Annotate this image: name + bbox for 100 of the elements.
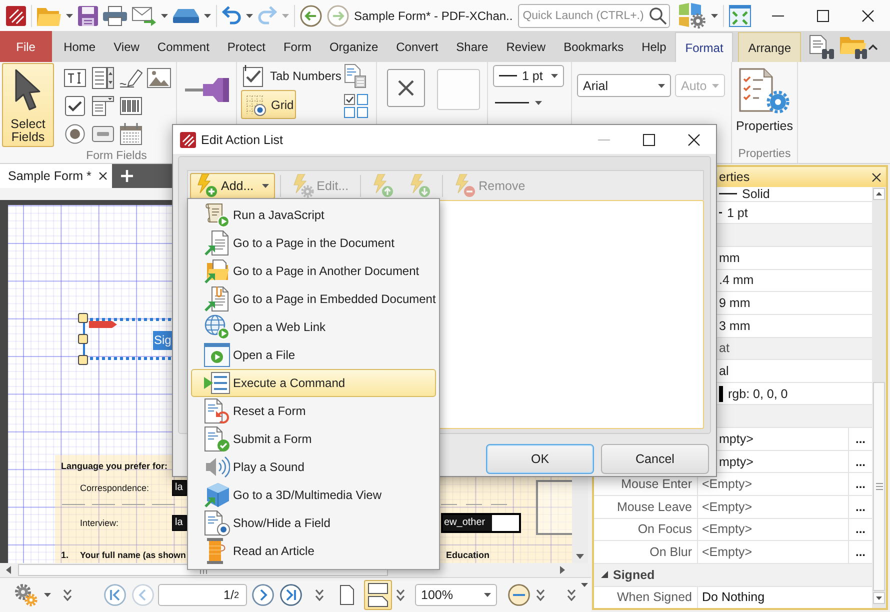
scrollbar-thumb[interactable] bbox=[873, 382, 885, 591]
ribbon-tab[interactable]: View bbox=[104, 31, 148, 62]
menu-item[interactable]: Execute a Command bbox=[191, 369, 436, 397]
search-icon[interactable] bbox=[648, 6, 667, 24]
close-icon[interactable] bbox=[872, 172, 881, 182]
image-icon[interactable] bbox=[147, 68, 171, 88]
document-binoculars-icon[interactable] bbox=[809, 34, 835, 58]
property-value[interactable]: rgb: 0, 0, 0 bbox=[728, 386, 788, 401]
menu-item[interactable]: Run a JavaScript bbox=[191, 201, 436, 229]
double-chevron-icon[interactable] bbox=[315, 589, 324, 601]
menu-item[interactable]: Submit a Form bbox=[191, 425, 436, 453]
pushpin-icon[interactable] bbox=[184, 78, 228, 102]
dialog-button[interactable]: OK bbox=[486, 444, 594, 474]
property-value[interactable]: <Empty> bbox=[702, 477, 752, 492]
menu-item[interactable]: Go to a Page in Embedded Document bbox=[191, 285, 436, 313]
caret-icon[interactable] bbox=[535, 101, 542, 105]
signature-icon[interactable] bbox=[119, 68, 143, 88]
caret-icon[interactable] bbox=[710, 14, 718, 18]
app-logo-icon[interactable] bbox=[6, 6, 26, 26]
form-field[interactable]: la bbox=[172, 480, 187, 496]
add-button[interactable]: Add... bbox=[190, 172, 275, 198]
ribbon-tab[interactable]: Format bbox=[675, 32, 734, 62]
quick-launch-field[interactable]: Quick Launch (CTRL+.) bbox=[518, 4, 670, 28]
first-page-icon[interactable] bbox=[104, 584, 126, 606]
menu-item[interactable]: Go to a Page in Another Document bbox=[191, 257, 436, 285]
grid-button[interactable]: Grid bbox=[241, 90, 296, 119]
ribbon-tab[interactable]: Comment bbox=[148, 31, 218, 62]
folder-binoculars-icon[interactable] bbox=[840, 34, 868, 58]
caret-icon[interactable] bbox=[484, 593, 491, 597]
caret-icon[interactable] bbox=[658, 84, 665, 88]
maximize-icon[interactable] bbox=[817, 10, 830, 22]
line-width-dropdown[interactable]: 1 pt bbox=[493, 65, 564, 87]
arrow-up-icon[interactable] bbox=[873, 188, 885, 200]
checkbox-icon[interactable] bbox=[65, 96, 85, 116]
push-button-icon[interactable] bbox=[92, 126, 114, 142]
app-logo-icon[interactable] bbox=[180, 132, 196, 148]
menu-item[interactable]: Show/Hide a Field bbox=[191, 509, 436, 537]
ribbon-tab[interactable]: Protect bbox=[218, 31, 274, 62]
printer-icon[interactable] bbox=[103, 6, 127, 26]
minimize-icon[interactable] bbox=[772, 14, 784, 16]
barcode-icon[interactable] bbox=[120, 97, 142, 115]
back-icon[interactable] bbox=[300, 4, 322, 26]
tiles-gear-icon[interactable] bbox=[678, 2, 706, 28]
text-field-icon[interactable] bbox=[64, 69, 86, 87]
document-icon[interactable] bbox=[344, 64, 366, 88]
menu-item[interactable]: Reset a Form bbox=[191, 397, 436, 425]
document-tab[interactable]: Sample Form * bbox=[0, 164, 112, 188]
double-chevron-icon[interactable] bbox=[396, 589, 405, 601]
form-field[interactable]: ew_other bbox=[441, 513, 521, 533]
properties-button[interactable]: Properties bbox=[736, 62, 793, 133]
scanner-icon[interactable] bbox=[173, 8, 199, 22]
dialog-button[interactable]: Cancel bbox=[601, 444, 709, 474]
caret-icon[interactable] bbox=[44, 593, 51, 597]
ribbon-tab[interactable]: Help bbox=[632, 31, 676, 62]
list-box-icon[interactable] bbox=[92, 67, 114, 89]
ribbon-tab[interactable]: Form bbox=[274, 31, 320, 62]
menu-item[interactable]: Go to a 3D/Multimedia View bbox=[191, 481, 436, 509]
expanded-triangle-icon[interactable] bbox=[601, 571, 608, 578]
arrow-down-icon[interactable] bbox=[576, 554, 584, 559]
property-value[interactable]: <Empty> bbox=[702, 522, 752, 536]
property-value[interactable]: 1 pt bbox=[727, 206, 748, 220]
arrow-left-icon[interactable] bbox=[6, 566, 11, 574]
combo-box-icon[interactable] bbox=[92, 96, 114, 116]
radio-button-icon[interactable] bbox=[65, 124, 85, 144]
tab-numbers-button[interactable]: Tab Numbers bbox=[241, 64, 340, 88]
caret-icon[interactable] bbox=[262, 184, 269, 188]
ribbon-tab[interactable]: Convert bbox=[387, 31, 448, 62]
ribbon-tab[interactable]: Review bbox=[497, 31, 555, 62]
no-fill-icon[interactable] bbox=[387, 69, 425, 107]
menu-item[interactable]: Play a Sound bbox=[191, 453, 436, 481]
selection-handle[interactable] bbox=[78, 334, 88, 344]
ribbon-tab[interactable]: Organize bbox=[320, 31, 388, 62]
arrow-down-icon[interactable] bbox=[873, 592, 885, 604]
arrow-right-icon[interactable] bbox=[560, 566, 565, 574]
form-field[interactable]: la bbox=[172, 515, 187, 531]
caret-icon[interactable] bbox=[204, 14, 211, 18]
property-value[interactable]: <Empty> bbox=[702, 545, 752, 560]
caret-icon[interactable] bbox=[581, 583, 588, 587]
ribbon-tab[interactable]: Bookmarks bbox=[554, 31, 633, 62]
chevron-up-icon[interactable] bbox=[868, 44, 878, 50]
select-fields-button[interactable]: Select Fields bbox=[2, 63, 54, 147]
menu-item[interactable]: Read an Article bbox=[191, 537, 436, 565]
plus-icon[interactable] bbox=[121, 170, 133, 182]
double-chevron-icon[interactable] bbox=[536, 589, 545, 601]
gears-icon[interactable] bbox=[14, 583, 38, 607]
maximize-icon[interactable] bbox=[642, 134, 654, 146]
selection-handle[interactable] bbox=[78, 355, 88, 365]
property-value[interactable]: <Empty> bbox=[702, 500, 752, 514]
fullscreen-icon[interactable] bbox=[728, 4, 751, 26]
double-chevron-icon[interactable] bbox=[567, 589, 576, 601]
double-chevron-icon[interactable] bbox=[63, 589, 72, 601]
vertical-scrollbar[interactable] bbox=[872, 187, 886, 608]
undo-icon[interactable] bbox=[222, 6, 241, 25]
zoom-field[interactable]: 100% bbox=[415, 584, 497, 606]
close-icon[interactable] bbox=[99, 172, 107, 180]
property-value[interactable]: mpty> bbox=[719, 432, 754, 446]
property-value[interactable]: mm bbox=[719, 250, 740, 265]
property-value[interactable]: .4 mm bbox=[719, 273, 754, 288]
caret-icon[interactable] bbox=[161, 14, 168, 18]
calendar-icon[interactable] bbox=[120, 123, 142, 145]
